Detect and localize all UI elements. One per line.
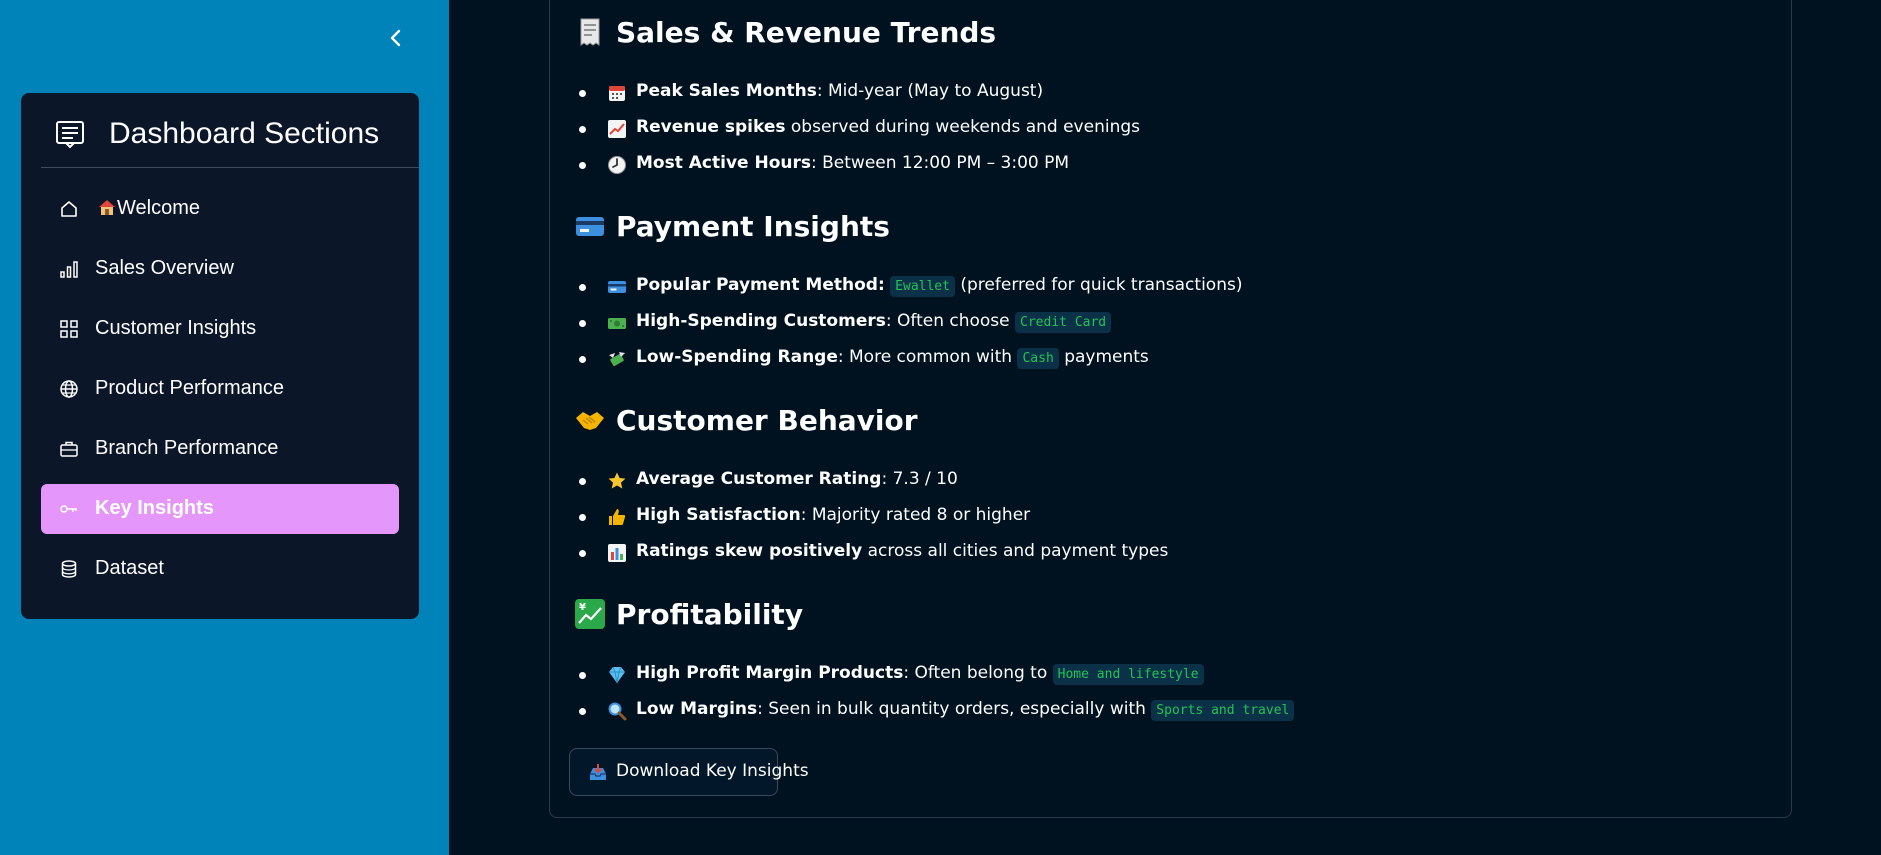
bullet-dot (579, 126, 586, 133)
clock-emoji (608, 156, 626, 174)
nav-label: Sales Overview (95, 257, 234, 279)
inline-code: Home and lifestyle (1052, 664, 1204, 685)
credit-card-emoji (608, 281, 626, 293)
bullet-dot (579, 478, 586, 485)
item-text: across all cities and payment types (862, 541, 1169, 561)
calendar-emoji (609, 86, 625, 101)
item-bold: High Satisfaction (636, 505, 801, 525)
section-title: Payment Insights (616, 210, 890, 243)
list-alt-icon (56, 121, 84, 149)
money-bill-emoji (608, 318, 626, 329)
main-content: Sales & Revenue Trends Peak Sales Months… (449, 0, 1881, 855)
section-heading-profit: ¥ Profitability (574, 598, 803, 631)
nav-label: Key Insights (95, 497, 214, 519)
item-text: : Seen in bulk quantity orders, especial… (757, 699, 1152, 719)
grid-icon (60, 320, 78, 338)
bullet-dot (579, 320, 586, 327)
item-bold: Most Active Hours (636, 153, 811, 173)
briefcase-icon (60, 441, 78, 457)
item-text: : 7.3 / 10 (881, 469, 958, 489)
svg-text:¥: ¥ (579, 602, 586, 613)
nav-label: Branch Performance (95, 437, 279, 459)
inbox-tray-emoji (590, 764, 606, 780)
item-text: observed during weekends and evenings (785, 117, 1140, 137)
key-icon (60, 505, 77, 513)
item-bold: Low-Spending Range (636, 347, 838, 367)
gem-emoji (609, 666, 625, 684)
nav-item-sales-overview[interactable]: Sales Overview (41, 244, 399, 294)
database-icon (61, 560, 77, 578)
bullet-dot (579, 162, 586, 169)
nav-item-customer-insights[interactable]: Customer Insights (41, 304, 399, 354)
section-heading-sales: Sales & Revenue Trends (574, 16, 996, 49)
house-icon (61, 201, 77, 217)
money-with-wings-emoji (609, 352, 625, 367)
nav-item-branch-performance[interactable]: Branch Performance (41, 424, 399, 474)
item-bold: Low Margins (636, 699, 758, 719)
item-text: : Between 12:00 PM – 3:00 PM (811, 153, 1070, 173)
menu-header: Dashboard Sections (21, 93, 419, 168)
menu-divider (41, 167, 419, 168)
item-bold: Average Customer Rating (636, 469, 882, 489)
menu-title: Dashboard Sections (109, 117, 380, 150)
download-label: Download Key Insights (616, 761, 809, 781)
section-title: Customer Behavior (616, 404, 918, 437)
bullet-dot (579, 284, 586, 291)
item-bold: Popular Payment Method: (636, 275, 885, 295)
chart-yen-emoji: ¥ (575, 599, 605, 629)
item-bold: High Profit Margin Products (636, 663, 904, 683)
item-bold: Peak Sales Months (636, 81, 817, 101)
item-text: : Often choose (885, 311, 1016, 331)
chevron-left-icon (390, 29, 401, 47)
house-emoji (99, 200, 115, 215)
bullet-dot (579, 708, 586, 715)
item-text: (preferred for quick transactions) (954, 275, 1243, 295)
star-emoji (608, 472, 626, 489)
bullet-dot (579, 90, 586, 97)
section-title: Sales & Revenue Trends (616, 16, 997, 49)
handshake-emoji (576, 412, 604, 430)
nav-label: Customer Insights (95, 317, 257, 339)
item-text: : Often belong to (903, 663, 1053, 683)
nav-label: Product Performance (95, 377, 284, 399)
item-bold: Ratings skew positively (636, 541, 863, 561)
inline-code: Sports and travel (1151, 700, 1295, 721)
inline-code: Cash (1017, 348, 1059, 369)
chart-increasing-emoji (608, 120, 626, 138)
item-text: : More common with (837, 347, 1018, 367)
bullet-dot (579, 514, 586, 521)
download-key-insights-button[interactable]: Download Key Insights (569, 748, 809, 796)
nav-item-key-insights[interactable]: Key Insights (41, 484, 399, 534)
sidebar: Dashboard Sections Welcome Sales Overvie… (0, 0, 449, 855)
bar-chart-icon (60, 261, 78, 278)
nav-item-product-performance[interactable]: Product Performance (41, 364, 399, 414)
navigation-menu: Dashboard Sections Welcome Sales Overvie… (21, 93, 419, 619)
item-text: : Mid-year (May to August) (816, 81, 1044, 101)
collapse-sidebar-button[interactable] (384, 26, 408, 50)
credit-card-emoji (576, 217, 604, 236)
bullet-dot (579, 550, 586, 557)
receipt-emoji (580, 18, 600, 46)
item-text: payments (1058, 347, 1149, 367)
nav-item-dataset[interactable]: Dataset (41, 544, 399, 594)
section-title: Profitability (616, 598, 804, 631)
item-text: : Majority rated 8 or higher (800, 505, 1031, 525)
nav-item-welcome[interactable]: Welcome (41, 184, 399, 234)
item-bold: High-Spending Customers (636, 311, 886, 331)
thumbs-up-emoji (609, 509, 626, 525)
nav-label: Dataset (95, 557, 164, 579)
bullet-dot (579, 672, 586, 679)
inline-code: Credit Card (1015, 312, 1112, 333)
bullet-dot (579, 356, 586, 363)
nav-label: Welcome (117, 197, 200, 219)
item-bold: Revenue spikes (636, 117, 786, 137)
globe-icon (60, 380, 78, 398)
section-heading-payment: Payment Insights (574, 210, 890, 243)
bar-chart-emoji (608, 544, 626, 562)
section-heading-behavior: Customer Behavior (574, 404, 918, 437)
magnifying-glass-emoji (608, 702, 627, 721)
inline-code: Ewallet (890, 276, 955, 297)
